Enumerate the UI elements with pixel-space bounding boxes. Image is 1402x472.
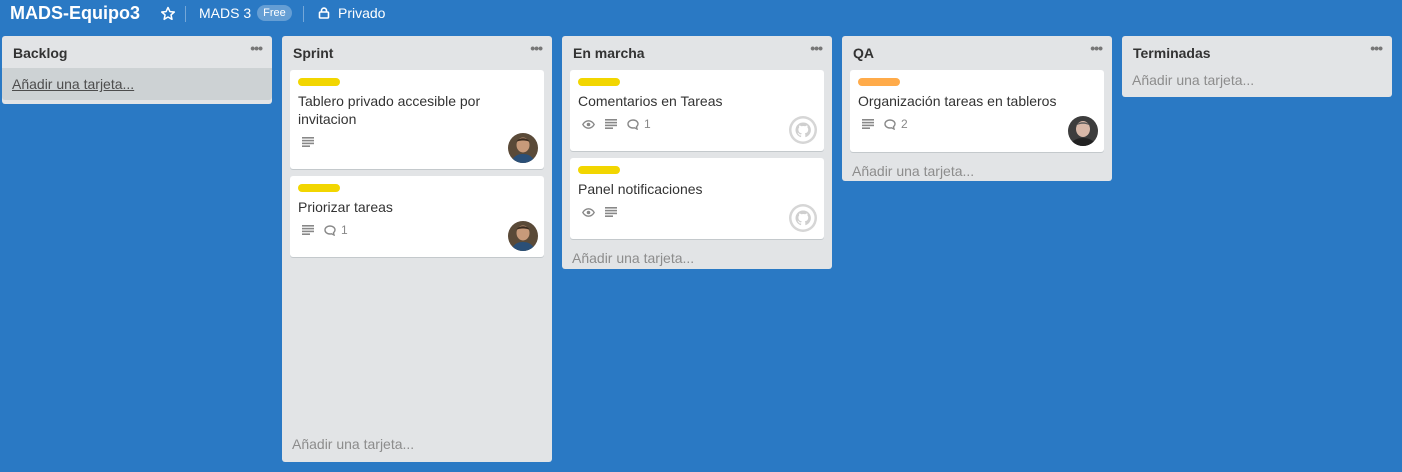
card-badges: 1 xyxy=(578,116,816,132)
ellipsis-icon[interactable]: ••• xyxy=(1370,41,1383,55)
comment-icon xyxy=(324,224,336,236)
card-badges: 2 xyxy=(858,116,1096,132)
comment-icon xyxy=(884,118,896,130)
card-title: Organización tareas en tableros xyxy=(858,93,1057,109)
star-icon[interactable] xyxy=(160,6,176,22)
add-card-link[interactable]: Añadir una tarjeta... xyxy=(282,432,424,460)
header-divider xyxy=(185,6,186,22)
add-card-link[interactable]: Añadir una tarjeta... xyxy=(2,68,272,100)
card-label-yellow xyxy=(578,78,620,86)
list-header: Sprint ••• xyxy=(282,36,552,68)
ellipsis-icon[interactable]: ••• xyxy=(530,41,543,55)
watch-icon xyxy=(582,119,595,129)
member-avatar[interactable] xyxy=(508,133,538,163)
card-badges: 1 xyxy=(298,222,536,238)
card-badges xyxy=(298,134,536,150)
card-title: Comentarios en Tareas xyxy=(578,93,723,109)
team-name: MADS 3 xyxy=(199,5,252,21)
list-title[interactable]: Terminadas xyxy=(1133,45,1211,61)
comment-badge: 1 xyxy=(627,117,651,131)
comment-icon xyxy=(627,118,639,130)
list-en-marcha: En marcha ••• Comentarios en Tareas 1 Pa… xyxy=(562,36,832,269)
plan-badge: Free xyxy=(257,5,292,21)
ellipsis-icon[interactable]: ••• xyxy=(1090,41,1103,55)
card[interactable]: Panel notificaciones xyxy=(570,158,824,239)
list-header: Terminadas ••• xyxy=(1122,36,1392,68)
board-title[interactable]: MADS-Equipo3 xyxy=(10,3,140,24)
comment-count: 1 xyxy=(644,117,651,131)
card[interactable]: Tablero privado accesible por invitacion xyxy=(290,70,544,169)
card-title: Tablero privado accesible por invitacion xyxy=(298,93,481,127)
description-icon xyxy=(605,119,617,129)
add-card-link[interactable]: Añadir una tarjeta... xyxy=(842,159,1112,187)
list-title[interactable]: Backlog xyxy=(13,45,67,61)
comment-badge: 2 xyxy=(884,117,908,131)
member-avatar[interactable] xyxy=(1068,116,1098,146)
board-header: MADS-Equipo3 MADS 3 Free Privado xyxy=(0,0,1402,28)
card-label-yellow xyxy=(298,78,340,86)
list-title[interactable]: QA xyxy=(853,45,874,61)
description-icon xyxy=(302,225,314,235)
add-card-link[interactable]: Añadir una tarjeta... xyxy=(562,246,832,274)
ellipsis-icon[interactable]: ••• xyxy=(810,41,823,55)
description-icon xyxy=(605,207,617,217)
card-title: Priorizar tareas xyxy=(298,199,393,215)
list-header: Backlog ••• xyxy=(2,36,272,68)
card[interactable]: Comentarios en Tareas 1 xyxy=(570,70,824,151)
description-icon xyxy=(302,137,314,147)
card[interactable]: Organización tareas en tableros 2 xyxy=(850,70,1104,152)
comment-count: 1 xyxy=(341,223,348,237)
list-sprint: Sprint ••• Tablero privado accesible por… xyxy=(282,36,552,462)
comment-badge: 1 xyxy=(324,223,348,237)
github-icon[interactable] xyxy=(788,203,818,233)
list-qa: QA ••• Organización tareas en tableros 2… xyxy=(842,36,1112,181)
list-title[interactable]: En marcha xyxy=(573,45,645,61)
ellipsis-icon[interactable]: ••• xyxy=(250,41,263,55)
watch-icon xyxy=(582,207,595,217)
list-header: En marcha ••• xyxy=(562,36,832,68)
header-divider xyxy=(303,6,304,22)
card-badges xyxy=(578,204,816,220)
card-label-orange xyxy=(858,78,900,86)
lock-icon xyxy=(318,7,330,19)
list-backlog: Backlog ••• Añadir una tarjeta... xyxy=(2,36,272,104)
card-label-yellow xyxy=(578,166,620,174)
list-title[interactable]: Sprint xyxy=(293,45,333,61)
list-header: QA ••• xyxy=(842,36,1112,68)
privacy-label: Privado xyxy=(338,5,386,21)
list-terminadas: Terminadas ••• Añadir una tarjeta... xyxy=(1122,36,1392,97)
add-card-link[interactable]: Añadir una tarjeta... xyxy=(1122,68,1392,96)
comment-count: 2 xyxy=(901,117,908,131)
team-button[interactable]: MADS 3 Free xyxy=(191,1,300,25)
card[interactable]: Priorizar tareas 1 xyxy=(290,176,544,257)
description-icon xyxy=(862,119,874,129)
github-icon[interactable] xyxy=(788,115,818,145)
privacy-button[interactable]: Privado xyxy=(312,1,391,25)
member-avatar[interactable] xyxy=(508,221,538,251)
card-label-yellow xyxy=(298,184,340,192)
card-title: Panel notificaciones xyxy=(578,181,703,197)
